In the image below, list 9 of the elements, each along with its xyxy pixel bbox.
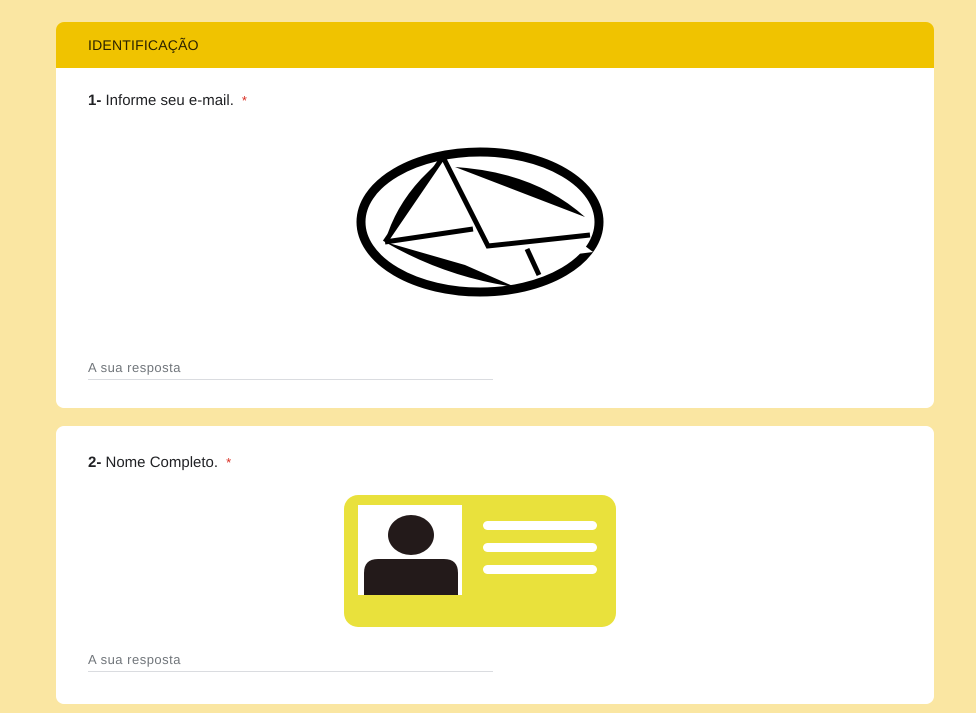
id-card-icon: [344, 495, 616, 627]
required-mark: *: [226, 455, 232, 470]
answer-field[interactable]: A sua resposta: [88, 355, 493, 380]
envelope-icon: [355, 147, 605, 297]
required-mark: *: [242, 93, 247, 108]
answer-field[interactable]: A sua resposta: [88, 647, 493, 672]
question-title: 2- Nome Completo.: [88, 454, 218, 471]
section-title: IDENTIFICAÇÃO: [88, 37, 199, 53]
question-title: 1- Informe seu e-mail.: [88, 92, 234, 109]
